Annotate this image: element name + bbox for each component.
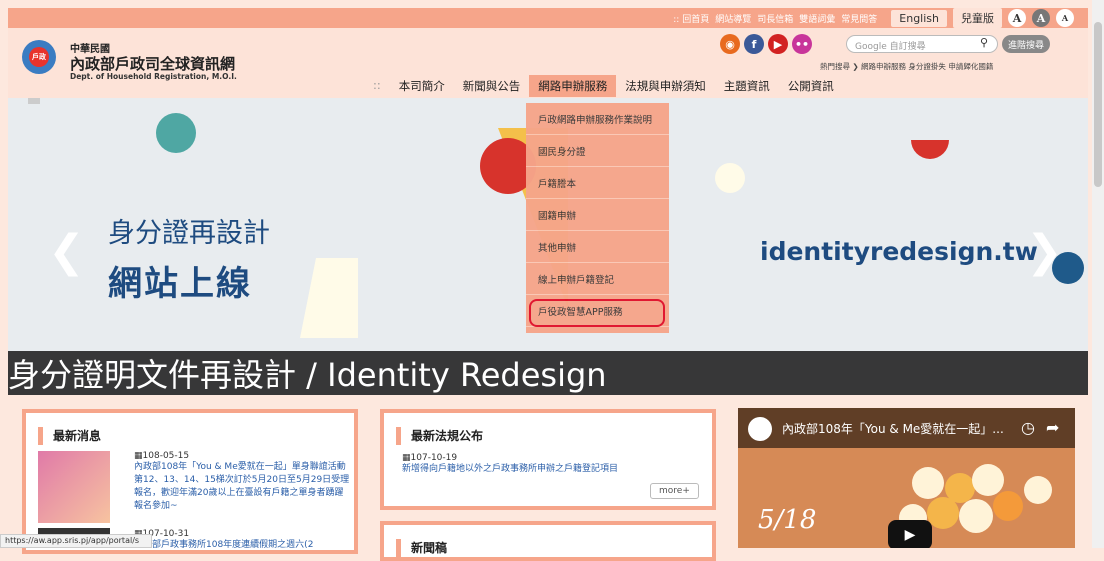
main-nav: :: 本司簡介 新聞與公告 網路申辦服務 法規與申辦須知 主題資訊 公開資訊: [364, 75, 843, 97]
nav-regulations[interactable]: 法規與申辦須知: [616, 75, 715, 97]
svg-text:5/18: 5/18: [758, 505, 816, 535]
logo-icon[interactable]: 戶政: [22, 40, 56, 74]
scrollbar-thumb[interactable]: [1094, 22, 1102, 187]
font-medium-button[interactable]: A: [1032, 9, 1050, 27]
calendar-icon: ▦: [134, 451, 143, 461]
glossary-link[interactable]: 雙語詞彙: [799, 12, 835, 25]
font-small-button[interactable]: A: [1056, 9, 1074, 27]
search-icon[interactable]: ⚲: [980, 36, 988, 49]
nav-about[interactable]: 本司簡介: [390, 75, 454, 97]
news-item[interactable]: ▦107-10-31 內政部戶政事務所108年度連續假期之週六(2: [134, 529, 350, 552]
nav-news[interactable]: 新聞與公告: [454, 75, 530, 97]
dropdown-item[interactable]: 戶政網路申辦服務作業說明: [526, 103, 669, 135]
play-icon[interactable]: ▶: [888, 520, 932, 548]
rss-icon[interactable]: ◉: [720, 34, 740, 54]
sitemap-link[interactable]: 網站導覽: [715, 12, 751, 25]
facebook-icon[interactable]: f: [744, 34, 764, 54]
news-date: 108-05-15: [142, 451, 190, 461]
news-item[interactable]: ▦108-05-15 內政部108年「You & Me愛就在一起」單身聯誼活動第…: [134, 451, 350, 513]
panel-title: 最新消息: [38, 427, 101, 445]
font-large-button[interactable]: A: [1008, 9, 1026, 27]
nav-topics[interactable]: 主題資訊: [715, 75, 779, 97]
news-text[interactable]: 內政部戶政事務所108年度連續假期之週六(2: [134, 539, 350, 552]
brand-title[interactable]: 內政部戶政司全球資訊網: [70, 53, 235, 74]
status-bar-url: https://aw.app.sris.pj/app/portal/s: [0, 534, 152, 548]
nav-public-info[interactable]: 公開資訊: [779, 75, 843, 97]
prev-slide-icon[interactable]: ❮: [48, 226, 85, 277]
slide-heading: 身分證再設計: [108, 218, 270, 249]
video-embed[interactable]: 5/18 內政部108年「You & Me愛就在一起」... ◷ ➦ ▶: [738, 408, 1075, 548]
nav-menu-icon[interactable]: ::: [364, 75, 390, 97]
slide-caption[interactable]: 身分證明文件再設計 / Identity Redesign: [8, 351, 1088, 395]
home-link[interactable]: :: 回首頁: [673, 12, 709, 25]
slide-subheading: 網站上線: [108, 264, 252, 304]
utility-links: :: 回首頁 網站導覽 司長信箱 雙語詞彙 常見問答: [673, 12, 877, 25]
logo-text: 戶政: [29, 47, 49, 67]
law-date: 107-10-19: [410, 453, 458, 463]
dropdown-item[interactable]: 國民身分證: [526, 135, 669, 167]
kids-button[interactable]: 兒童版: [953, 8, 1002, 28]
dropdown-item[interactable]: 戶籍謄本: [526, 167, 669, 199]
site-header: 戶政 中華民國 內政部戶政司全球資訊網 Dept. of Household R…: [8, 28, 1088, 98]
calendar-icon: ▦: [402, 453, 411, 463]
law-item[interactable]: ▦107-10-19 新增得向戶籍地以外之戶政事務所申辦之戶籍登記項目: [402, 453, 702, 476]
social-icons: ◉ f ▶ ••: [720, 34, 812, 54]
watch-later-icon[interactable]: ◷: [1021, 418, 1035, 437]
dropdown-item-app-service[interactable]: 戶役政智慧APP服務: [526, 295, 669, 327]
dropdown-item[interactable]: 其他申辦: [526, 231, 669, 263]
faq-link[interactable]: 常見問答: [841, 12, 877, 25]
dropdown-item[interactable]: 線上申辦戶籍登記: [526, 263, 669, 295]
hot-searches[interactable]: 熱門搜尋 ❯ 網路申辦服務 身分證掛失 申請歸化國籍: [820, 61, 993, 72]
panel-title: 新聞稿: [396, 539, 447, 557]
share-icon[interactable]: ➦: [1046, 418, 1059, 437]
dropdown-item[interactable]: 國籍申辦: [526, 199, 669, 231]
news-thumbnail[interactable]: [38, 451, 110, 523]
next-slide-icon[interactable]: ❯: [1026, 226, 1063, 277]
slide-url: identityredesign.tw: [760, 237, 1038, 266]
more-button[interactable]: more+: [650, 483, 699, 499]
law-text[interactable]: 新增得向戶籍地以外之戶政事務所申辦之戶籍登記項目: [402, 463, 702, 476]
channel-logo-icon[interactable]: [748, 417, 772, 441]
nav-online-services[interactable]: 網路申辦服務: [529, 75, 617, 97]
advanced-search-button[interactable]: 進階搜尋: [1002, 35, 1050, 53]
latest-news-panel: 最新消息 ▦108-05-15 內政部108年「You & Me愛就在一起」單身…: [22, 409, 358, 554]
latest-laws-panel: 最新法規公布 ▦107-10-19 新增得向戶籍地以外之戶政事務所申辦之戶籍登記…: [380, 409, 716, 510]
flickr-icon[interactable]: ••: [792, 34, 812, 54]
youtube-icon[interactable]: ▶: [768, 34, 788, 54]
brand-english: Dept. of Household Registration, M.O.I.: [70, 72, 237, 81]
press-release-panel: 新聞稿: [380, 521, 716, 561]
english-button[interactable]: English: [891, 9, 947, 27]
top-utility-bar: :: 回首頁 網站導覽 司長信箱 雙語詞彙 常見問答 English 兒童版 A…: [8, 8, 1088, 28]
online-services-dropdown: 戶政網路申辦服務作業說明 國民身分證 戶籍謄本 國籍申辦 其他申辦 線上申辦戶籍…: [526, 103, 669, 333]
news-text[interactable]: 內政部108年「You & Me愛就在一起」單身聯誼活動第12、13、14、15…: [134, 461, 350, 513]
panel-title: 最新法規公布: [396, 427, 483, 445]
director-mailbox-link[interactable]: 司長信箱: [757, 12, 793, 25]
search-input[interactable]: Google 自訂搜尋: [846, 35, 998, 53]
